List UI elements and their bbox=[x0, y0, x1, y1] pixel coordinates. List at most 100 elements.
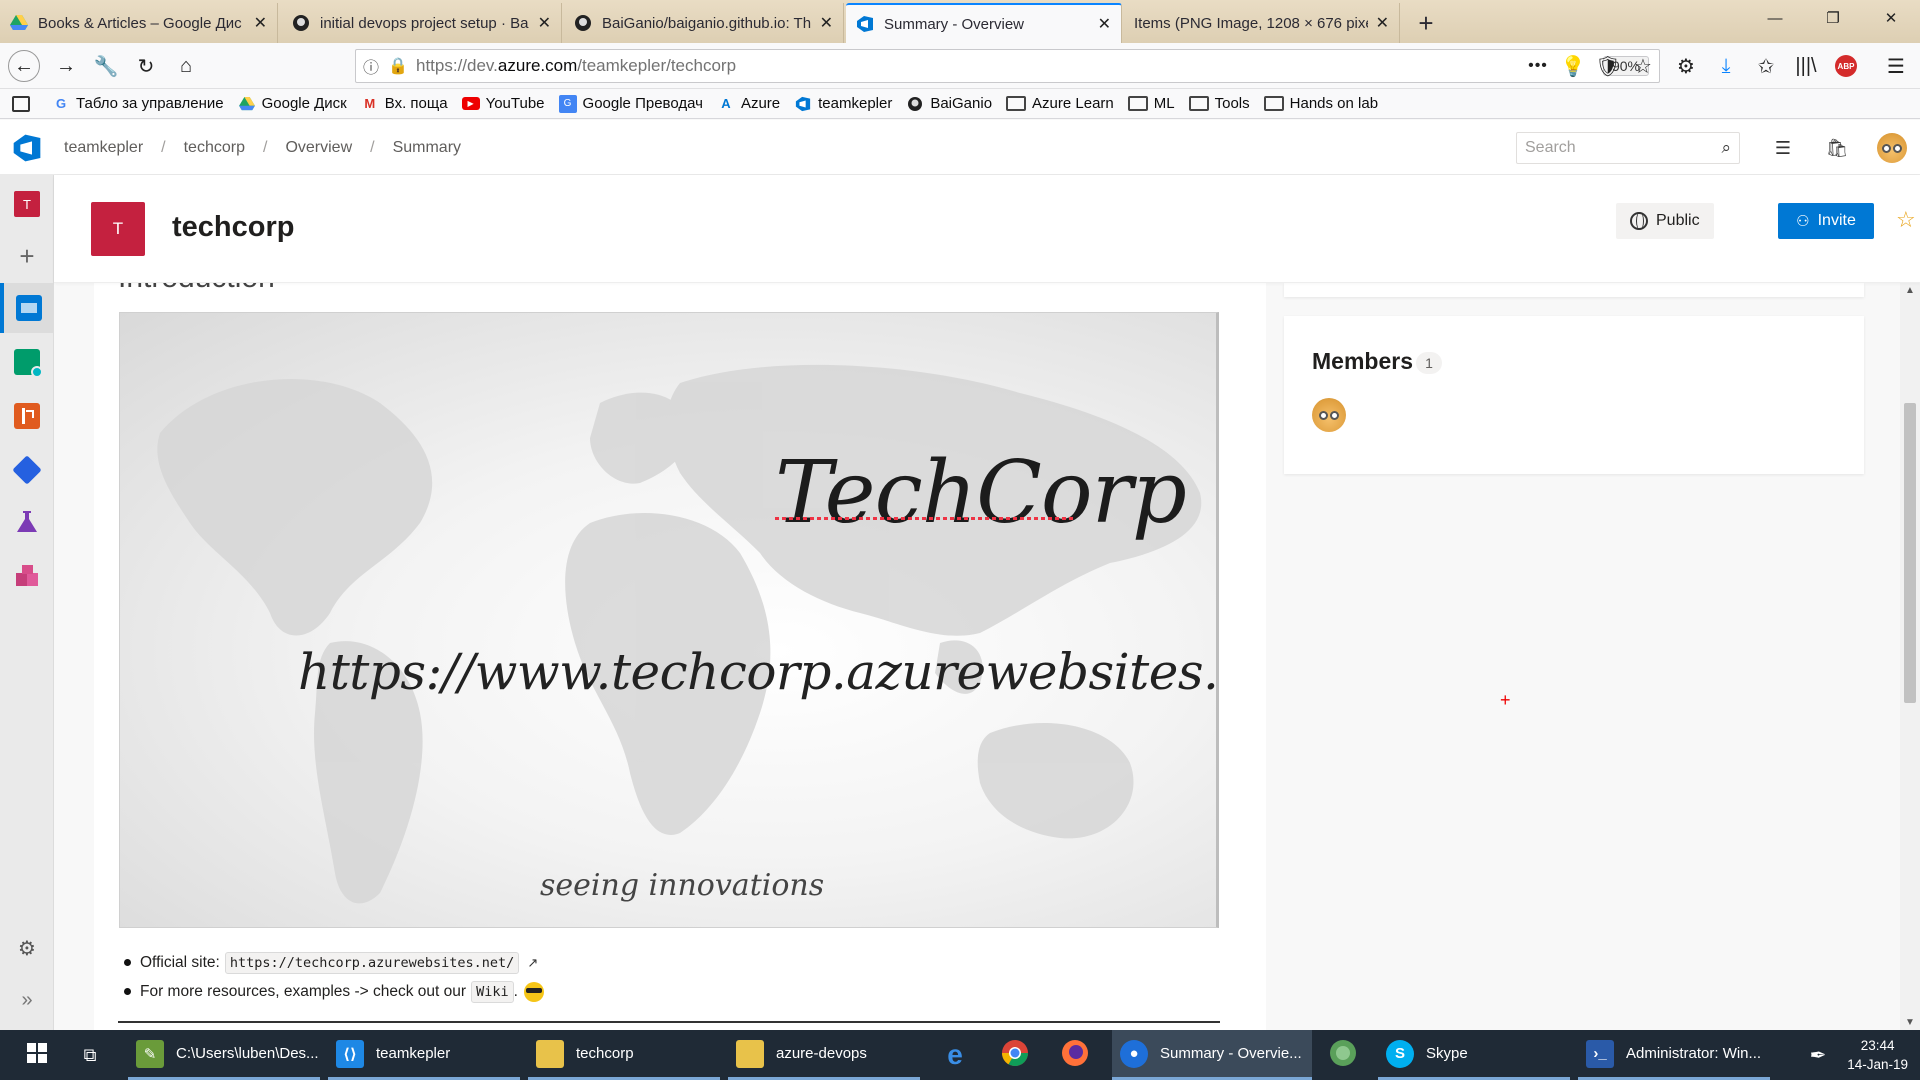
breadcrumb-organization[interactable]: teamkepler bbox=[64, 139, 143, 157]
double-chevron-right-icon: » bbox=[21, 988, 33, 1011]
minimize-icon[interactable]: — bbox=[1746, 0, 1804, 40]
home-button[interactable]: ⌂ bbox=[170, 50, 202, 82]
bookmark-star-icon[interactable]: ☆ bbox=[1627, 50, 1659, 82]
task-list-icon[interactable]: ☰ bbox=[1768, 133, 1798, 163]
gear-icon[interactable]: ⚙ bbox=[1670, 50, 1702, 82]
nav-project-badge[interactable]: T bbox=[0, 179, 54, 229]
wiki-link[interactable]: Wiki bbox=[471, 980, 514, 1003]
search-input[interactable]: Search ⌕ bbox=[1516, 132, 1740, 164]
taskbar-item-explorer-path[interactable]: ✎ C:\Users\luben\Des... bbox=[128, 1030, 320, 1080]
breadcrumb-project[interactable]: techcorp bbox=[184, 139, 245, 157]
taskbar-item-powershell[interactable]: ›_ Administrator: Win... bbox=[1578, 1030, 1770, 1080]
browser-tab-summary-overview[interactable]: Summary - Overview ✕ bbox=[846, 3, 1122, 43]
address-bar[interactable]: ⓘ 🔒 https://dev.azure.com/teamkepler/tec… bbox=[355, 49, 1660, 83]
invite-button[interactable]: ⚇ Invite bbox=[1778, 203, 1874, 239]
close-tab-icon[interactable]: ✕ bbox=[1098, 14, 1111, 34]
members-title: Members bbox=[1312, 348, 1413, 374]
bookmark-google-drive[interactable]: Google Диск bbox=[238, 95, 347, 113]
taskbar-item-teamkepler[interactable]: ⟨⟩ teamkepler bbox=[328, 1030, 520, 1080]
browser-tab-items-png[interactable]: Items (PNG Image, 1208 × 676 pixe ✕ bbox=[1124, 3, 1400, 43]
bookmark-gmail[interactable]: M Вх. поща bbox=[361, 95, 447, 113]
bookmark-google-translate[interactable]: G Google Преводач bbox=[558, 94, 703, 113]
bookmark-azure[interactable]: A Azure bbox=[717, 95, 780, 113]
bookmark-dashboard[interactable]: G Табло за управление bbox=[52, 95, 224, 113]
close-window-icon[interactable]: ✕ bbox=[1862, 0, 1920, 40]
close-tab-icon[interactable]: ✕ bbox=[538, 13, 551, 33]
padlock-icon[interactable]: 🔒 bbox=[386, 56, 410, 76]
bookmark-baiganio[interactable]: BaiGanio bbox=[906, 95, 992, 113]
url-text[interactable]: https://dev.azure.com/teamkepler/techcor… bbox=[416, 56, 1603, 76]
star-list-icon[interactable]: ✩ bbox=[1750, 50, 1782, 82]
marketplace-bag-icon[interactable]: 🛍 bbox=[1822, 133, 1852, 163]
start-button[interactable] bbox=[14, 1030, 60, 1080]
taskbar-item-label: Summary - Overvie... bbox=[1160, 1045, 1302, 1062]
browser-tab-initial-devops[interactable]: initial devops project setup · Ba ✕ bbox=[282, 3, 562, 43]
nav-expand-button[interactable]: » bbox=[0, 975, 54, 1025]
taskbar-item-techcorp[interactable]: techcorp bbox=[528, 1030, 720, 1080]
close-tab-icon[interactable]: ✕ bbox=[254, 13, 267, 33]
taskbar-pinned-chrome[interactable] bbox=[990, 1030, 1040, 1080]
search-icon[interactable]: ⌕ bbox=[1721, 138, 1731, 158]
browser-tab-books[interactable]: Books & Articles – Google Дис ✕ bbox=[0, 3, 278, 43]
pen-workspace-icon[interactable]: ✒ bbox=[1800, 1030, 1836, 1080]
download-icon[interactable]: ⤓ bbox=[1710, 50, 1742, 82]
azure-devops-icon bbox=[856, 15, 874, 33]
taskbar-item-summary-overview[interactable]: ● Summary - Overvie... bbox=[1112, 1030, 1312, 1080]
favorite-star-icon[interactable]: ☆ bbox=[1896, 207, 1916, 233]
bookmark-folder-tools[interactable]: Tools bbox=[1188, 95, 1250, 112]
forward-button[interactable]: → bbox=[50, 50, 82, 82]
breadcrumb-separator: / bbox=[370, 138, 375, 156]
taskbar-pinned-edge[interactable]: e bbox=[930, 1030, 980, 1080]
back-button[interactable]: ← bbox=[8, 50, 40, 82]
lightbulb-icon[interactable]: 💡 bbox=[1557, 50, 1589, 82]
pocket-icon[interactable]: 🛡 bbox=[1592, 50, 1624, 82]
task-view-button[interactable]: ⧉ bbox=[66, 1030, 114, 1080]
bookmark-folder-azure-learn[interactable]: Azure Learn bbox=[1006, 95, 1114, 112]
breadcrumb-summary[interactable]: Summary bbox=[393, 139, 461, 157]
reload-button[interactable]: ↻ bbox=[130, 50, 162, 82]
taskbar-pinned-globe-app[interactable] bbox=[1318, 1030, 1368, 1080]
scroll-down-icon[interactable]: ▼ bbox=[1900, 1017, 1920, 1028]
page-scrollbar[interactable]: ▲ ▼ bbox=[1900, 283, 1920, 1030]
close-tab-icon[interactable]: ✕ bbox=[1376, 13, 1389, 33]
sidebar-toggle-icon[interactable] bbox=[12, 95, 36, 112]
bookmark-youtube[interactable]: ▶ YouTube bbox=[461, 95, 545, 113]
bookmark-folder-hands-on-lab[interactable]: Hands on lab bbox=[1263, 95, 1378, 112]
nav-add-button[interactable]: + bbox=[0, 231, 54, 281]
nav-test-plans[interactable] bbox=[0, 499, 54, 549]
site-info-icon[interactable]: ⓘ bbox=[356, 54, 386, 78]
nav-boards[interactable] bbox=[0, 337, 54, 387]
user-avatar[interactable] bbox=[1877, 133, 1907, 163]
official-site-link[interactable]: https://techcorp.azurewebsites.net/ bbox=[224, 951, 520, 974]
adblock-icon[interactable]: ABP bbox=[1830, 50, 1862, 82]
browser-tab-baiganio[interactable]: BaiGanio/baiganio.github.io: Th ✕ bbox=[564, 3, 844, 43]
nav-project-settings[interactable]: ⚙ bbox=[0, 923, 54, 973]
azure-devops-logo-icon[interactable] bbox=[12, 133, 42, 163]
external-link-icon[interactable]: ↗ bbox=[527, 955, 538, 971]
nav-pipelines[interactable] bbox=[0, 445, 54, 495]
readme-bullet-list: Official site: https://techcorp.azureweb… bbox=[124, 948, 544, 1006]
hamburger-menu-icon[interactable]: ☰ bbox=[1880, 50, 1912, 82]
wrench-button[interactable]: 🔧 bbox=[90, 50, 122, 82]
member-avatar[interactable] bbox=[1312, 398, 1346, 432]
bookmark-teamkepler[interactable]: teamkepler bbox=[794, 95, 892, 113]
scrollbar-thumb[interactable] bbox=[1904, 403, 1916, 703]
taskbar-item-skype[interactable]: S Skype bbox=[1378, 1030, 1570, 1080]
nav-artifacts[interactable] bbox=[0, 553, 54, 603]
nav-overview[interactable] bbox=[0, 283, 54, 333]
system-clock[interactable]: 23:44 14-Jan-19 bbox=[1847, 1036, 1908, 1074]
nav-repos[interactable] bbox=[0, 391, 54, 441]
taskbar-pinned-firefox[interactable] bbox=[1050, 1030, 1100, 1080]
official-site-label: Official site: bbox=[140, 953, 220, 971]
restore-icon[interactable]: ❐ bbox=[1804, 0, 1862, 40]
bookmark-folder-ml[interactable]: ML bbox=[1127, 95, 1175, 112]
page-actions-icon[interactable]: ••• bbox=[1522, 50, 1554, 82]
taskbar-item-azure-devops[interactable]: azure-devops bbox=[728, 1030, 920, 1080]
banner-tagline-text: seeing innovations bbox=[540, 868, 825, 903]
visibility-public-button[interactable]: Public bbox=[1616, 203, 1714, 239]
library-icon[interactable]: |||\ bbox=[1790, 50, 1822, 82]
close-tab-icon[interactable]: ✕ bbox=[820, 13, 833, 33]
new-tab-button[interactable]: + bbox=[1404, 3, 1448, 43]
scroll-up-icon[interactable]: ▲ bbox=[1900, 285, 1920, 296]
breadcrumb-overview[interactable]: Overview bbox=[285, 139, 352, 157]
